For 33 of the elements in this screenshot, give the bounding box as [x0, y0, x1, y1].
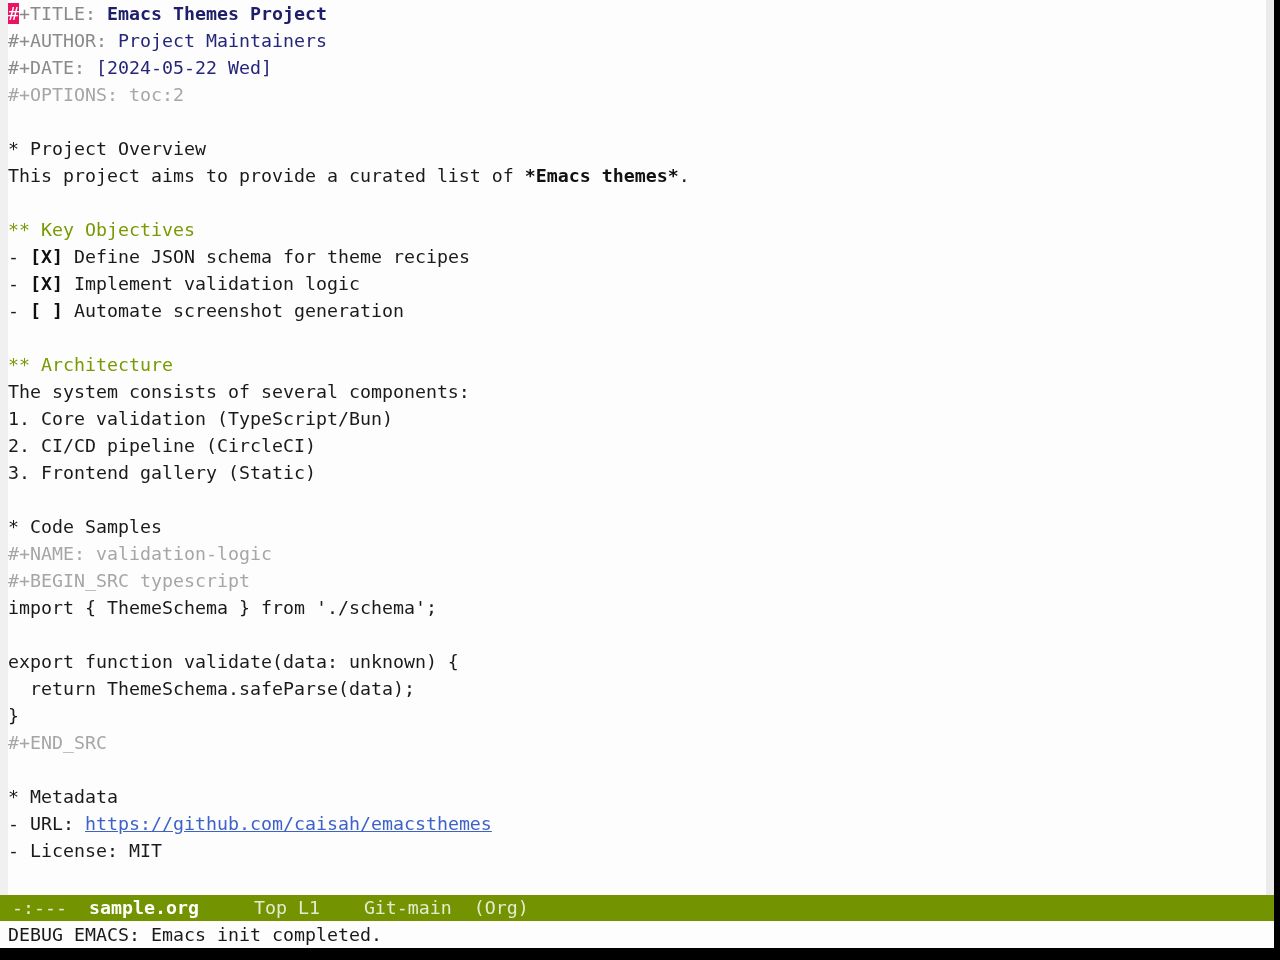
buffer-name: sample.org: [88, 896, 199, 920]
paragraph: This project aims to provide a curated list of *Emacs themes*.: [8, 164, 690, 188]
heading: ** Architecture: [8, 353, 173, 377]
list-item: - URL: https://github.com/caisah/emacsthemes: [8, 812, 492, 836]
list-item: 3. Frontend gallery (Static): [8, 461, 316, 485]
cursor-position: Top L1: [253, 896, 320, 920]
checklist-item: - [X] Implement validation logic: [8, 272, 360, 296]
keyword-line: #+NAME: validation-logic: [8, 542, 272, 566]
code-line: }: [8, 704, 19, 728]
keyword-line: #+OPTIONS: toc:2: [8, 83, 184, 107]
heading: * Code Samples: [8, 515, 162, 539]
keyword-line: #+END_SRC: [8, 731, 107, 755]
list-item: - License: MIT: [8, 839, 162, 863]
keyword-line: #+BEGIN_SRC typescript: [8, 569, 250, 593]
heading: * Metadata: [8, 785, 118, 809]
major-mode: (Org): [473, 896, 529, 920]
list-item: 1. Core validation (TypeScript/Bun): [8, 407, 393, 431]
url-link[interactable]: https://github.com/caisah/emacsthemes: [85, 813, 492, 834]
checklist-item: - [X] Define JSON schema for theme recipes: [8, 245, 470, 269]
buffer-state: -:---: [12, 896, 67, 920]
branch-name: Git-main: [363, 896, 452, 920]
paragraph: The system consists of several components:: [8, 380, 470, 404]
keyword-line: #+TITLE: Emacs Themes Project: [8, 2, 327, 26]
code-line: return ThemeSchema.safeParse(data);: [29, 677, 415, 701]
code-line: import { ThemeSchema } from './schema';: [8, 596, 437, 620]
checklist-item: - [ ] Automate screenshot generation: [8, 299, 404, 323]
heading: * Project Overview: [8, 137, 206, 161]
echo-message: DEBUG EMACS: Emacs init completed.: [8, 923, 382, 947]
keyword-line: #+DATE: [2024-05-22 Wed]: [8, 56, 272, 80]
list-item: 2. CI/CD pipeline (CircleCI): [8, 434, 316, 458]
heading: ** Key Objectives: [8, 218, 195, 242]
code-line: export function validate(data: unknown) {: [8, 650, 459, 674]
keyword-line: #+AUTHOR: Project Maintainers: [8, 29, 327, 53]
